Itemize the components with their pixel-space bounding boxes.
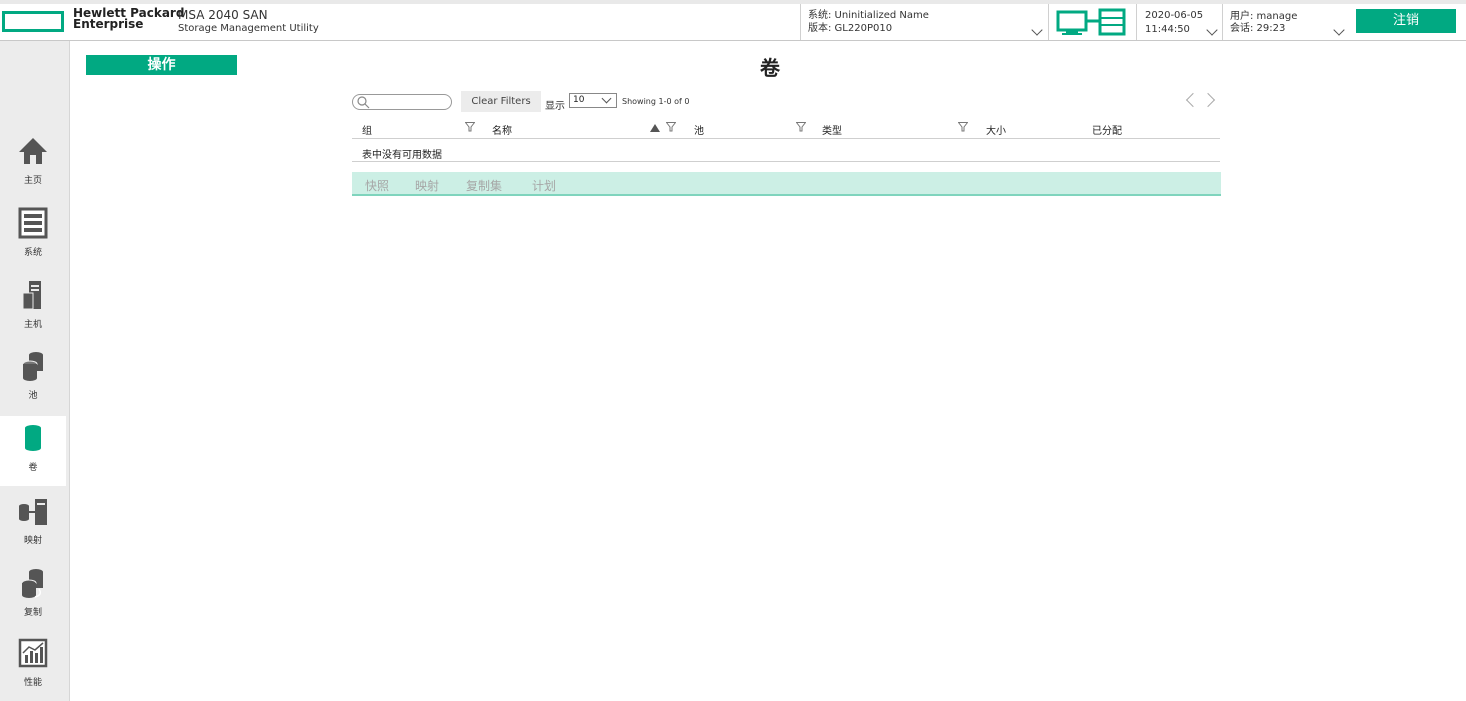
page-title: 卷 — [760, 56, 780, 80]
home-icon — [19, 138, 47, 164]
search-icon — [357, 96, 370, 109]
sidebar-item-label: 池 — [28, 391, 38, 401]
sidebar-item-system[interactable]: 系统 — [0, 201, 66, 271]
filter-icon[interactable] — [958, 122, 968, 132]
sort-ascending-icon[interactable] — [650, 124, 660, 132]
sidebar-item-label: 主页 — [23, 176, 42, 186]
sidebar-item-mapping[interactable]: 映射 — [0, 489, 66, 559]
column-header-size[interactable]: 大小 — [986, 122, 1006, 137]
filter-icon[interactable] — [666, 122, 676, 132]
sidebar-item-label: 主机 — [23, 320, 42, 330]
page-size-select[interactable]: 10 — [569, 93, 617, 108]
column-header-allocated[interactable]: 已分配 — [1092, 122, 1122, 137]
brand-name: Hewlett Packard Enterprise — [73, 7, 184, 31]
performance-icon — [18, 638, 48, 668]
column-header-name[interactable]: 名称 — [492, 122, 512, 137]
header-divider — [1136, 4, 1137, 40]
sidebar-item-replication[interactable]: 复制 — [0, 561, 66, 631]
mapping-icon — [19, 499, 47, 525]
hpe-logo — [2, 11, 64, 32]
header: Hewlett Packard Enterprise MSA 2040 SAN … — [0, 0, 1466, 41]
sidebar-item-pools[interactable]: 池 — [0, 344, 66, 414]
connection-status-icon[interactable] — [1056, 8, 1128, 36]
session-label: 会话: 29:23 — [1230, 23, 1286, 34]
pools-icon — [22, 352, 43, 381]
sidebar-item-hosts[interactable]: 主机 — [0, 273, 66, 343]
detail-tab-bar: 快照 映射 复制集 计划 — [352, 172, 1221, 196]
header-divider — [1048, 4, 1049, 40]
sidebar: 主页 系统 主机 池 卷 映射 复制 性能 — [0, 41, 70, 701]
product-name: MSA 2040 SAN — [178, 8, 268, 22]
date-label: 2020-06-05 — [1145, 10, 1204, 21]
sidebar-item-performance[interactable]: 性能 — [0, 631, 66, 701]
pagination-status: Showing 1-0 of 0 — [622, 97, 690, 106]
column-header-pool[interactable]: 池 — [694, 122, 704, 137]
header-divider — [800, 4, 801, 40]
product-subtitle: Storage Management Utility — [178, 23, 319, 34]
page-size-chevron-down-icon — [601, 93, 612, 104]
user-info[interactable]: 用户: manage 会话: 29:23 — [1230, 11, 1297, 35]
system-icon — [18, 207, 48, 239]
column-header-group[interactable]: 组 — [362, 122, 372, 137]
tab-replication-sets[interactable]: 复制集 — [466, 177, 502, 194]
next-page-icon[interactable] — [1200, 92, 1216, 108]
header-top-line — [0, 0, 1466, 4]
filter-icon[interactable] — [465, 122, 475, 132]
time-label: 11:44:50 — [1145, 24, 1190, 35]
volumes-icon — [25, 425, 41, 451]
table-row: 表中没有可用数据 — [352, 140, 1220, 162]
user-label: 用户: manage — [1230, 11, 1298, 22]
user-chevron-down-icon[interactable] — [1333, 24, 1345, 36]
datetime-chevron-down-icon[interactable] — [1206, 24, 1218, 36]
version-label: 版本: GL220P010 — [808, 23, 893, 34]
clear-filters-button[interactable]: Clear Filters — [461, 91, 541, 112]
page-size-label: 显示 — [545, 101, 565, 112]
sidebar-item-label: 复制 — [23, 608, 42, 618]
actions-button[interactable]: 操作 — [86, 55, 237, 75]
replication-icon — [21, 569, 43, 598]
sidebar-item-label: 系统 — [23, 248, 42, 258]
hosts-icon — [22, 281, 41, 310]
tab-snapshots[interactable]: 快照 — [365, 177, 389, 194]
previous-page-icon[interactable] — [1185, 92, 1201, 108]
sidebar-item-label: 卷 — [28, 463, 38, 473]
sidebar-item-label: 性能 — [23, 678, 42, 688]
tab-schedules[interactable]: 计划 — [532, 177, 556, 194]
table-header: 组 名称 池 类型 大小 已分配 — [352, 117, 1220, 139]
system-chevron-down-icon[interactable] — [1031, 24, 1043, 36]
page-size-value: 10 — [573, 95, 585, 105]
sidebar-item-volumes[interactable]: 卷 — [0, 416, 66, 486]
header-divider — [1222, 4, 1223, 40]
logout-button[interactable]: 注销 — [1356, 9, 1456, 33]
brand-line-2: Enterprise — [73, 17, 144, 31]
empty-table-message: 表中没有可用数据 — [362, 150, 442, 161]
sidebar-item-home[interactable]: 主页 — [0, 129, 66, 199]
search-input[interactable] — [371, 96, 447, 108]
system-name-label: 系统: Uninitialized Name — [808, 10, 929, 21]
search-box[interactable] — [352, 94, 452, 110]
date-time[interactable]: 2020-06-05 11:44:50 — [1145, 9, 1203, 37]
sidebar-item-label: 映射 — [23, 536, 42, 546]
filter-icon[interactable] — [796, 122, 806, 132]
system-info[interactable]: 系统: Uninitialized Name 版本: GL220P010 — [808, 9, 929, 35]
column-header-type[interactable]: 类型 — [822, 122, 842, 137]
product-info: MSA 2040 SAN Storage Management Utility — [178, 8, 319, 36]
tab-mapping[interactable]: 映射 — [415, 177, 439, 194]
